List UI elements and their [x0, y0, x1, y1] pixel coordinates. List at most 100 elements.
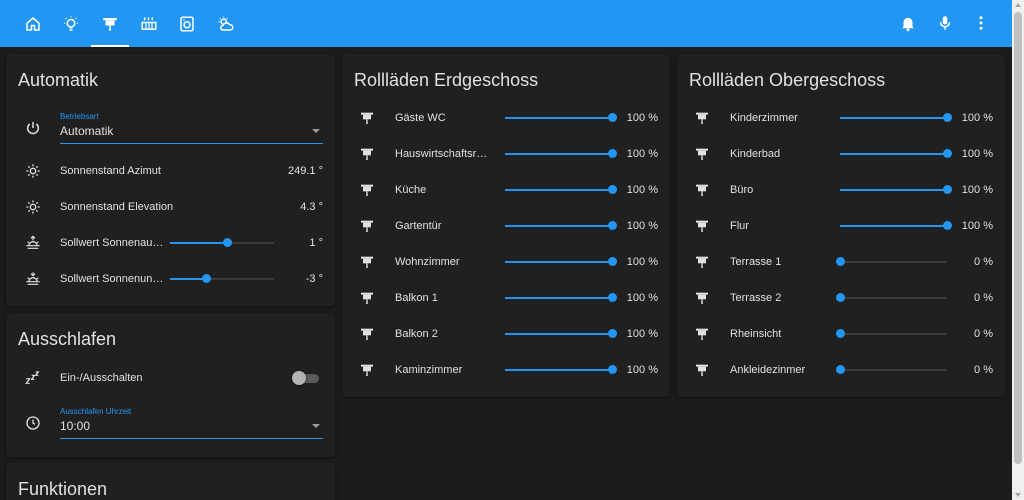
blind-name[interactable]: Küche — [395, 184, 491, 196]
blinds-icon — [358, 217, 376, 235]
sollwert-untergang-label: Sollwert Sonnenuntergang — [60, 273, 164, 285]
blind-name[interactable]: Balkon 1 — [395, 292, 491, 304]
page-scrollbar[interactable] — [1012, 0, 1024, 500]
radiator-icon — [141, 16, 157, 30]
blind-name[interactable]: Büro — [730, 184, 826, 196]
blind-position-value: 100 % — [961, 112, 993, 124]
scroll-thumb[interactable] — [1014, 12, 1022, 464]
tab-heating[interactable] — [130, 0, 168, 47]
blind-name[interactable]: Terrasse 1 — [730, 256, 826, 268]
blinds-icon — [358, 145, 376, 163]
slider-thumb[interactable] — [202, 274, 212, 283]
blinds-icon — [693, 217, 711, 235]
blind-position-value: 0 % — [974, 256, 993, 268]
obergeschoss-title: Rollläden Obergeschoss — [689, 70, 886, 90]
funktionen-card: Funktionen — [6, 463, 335, 500]
blind-position-value: 100 % — [961, 220, 993, 232]
betriebsart-value: Automatik — [60, 124, 114, 138]
elevation-value: 4.3 ° — [300, 201, 323, 213]
slider-thumb[interactable] — [836, 293, 845, 302]
blinds-icon — [693, 253, 711, 271]
blinds-icon — [358, 109, 376, 127]
more-vertical-icon — [979, 16, 983, 30]
slider-thumb[interactable] — [836, 257, 845, 266]
elevation-label: Sonnenstand Elevation — [60, 201, 174, 213]
ausschlafen-time-value: 10:00 — [60, 419, 91, 433]
blinds-icon — [358, 289, 376, 307]
bell-icon — [902, 17, 914, 32]
blind-name[interactable]: Gäste WC — [395, 112, 491, 124]
blind-position-value: 100 % — [626, 364, 658, 376]
betriebsart-select[interactable]: Betriebsart Automatik — [60, 112, 323, 144]
app-header — [0, 0, 1012, 47]
toggle-knob — [292, 371, 306, 385]
blinds-icon — [358, 325, 376, 343]
azimut-label: Sonnenstand Azimut — [60, 165, 161, 177]
blind-position-value: 0 % — [974, 364, 993, 376]
blinds-icon — [693, 145, 711, 163]
sleep-icon — [24, 369, 42, 387]
sunrise-icon — [24, 234, 42, 252]
chevron-down-icon — [312, 129, 320, 133]
sunset-icon — [24, 270, 42, 288]
slider-thumb[interactable] — [223, 238, 233, 247]
sun-icon — [24, 198, 42, 216]
blind-name[interactable]: Terrasse 2 — [730, 292, 826, 304]
blinds-icon — [693, 181, 711, 199]
ausschlafen-card: Ausschlafen Ein-/Ausschalten Ausschlafen… — [6, 313, 335, 457]
notifications-button[interactable] — [897, 12, 919, 34]
blinds-icon — [693, 361, 711, 379]
slider-thumb[interactable] — [836, 365, 845, 374]
blind-name[interactable]: Ankleidezinmer — [730, 364, 826, 376]
blind-position-value: 100 % — [626, 256, 658, 268]
blind-name[interactable]: Kaminzimmer — [395, 364, 491, 376]
ausschlafen-toggle-label: Ein-/Ausschalten — [60, 372, 143, 384]
blinds-icon — [103, 17, 117, 31]
funktionen-title: Funktionen — [18, 479, 108, 499]
blinds-icon — [693, 109, 711, 127]
tab-appliances[interactable] — [168, 0, 206, 47]
azimut-value: 249.1 ° — [288, 165, 323, 177]
more-menu-button[interactable] — [970, 12, 992, 34]
betriebsart-label: Betriebsart — [60, 112, 99, 121]
blind-name[interactable]: Hauswirtschaftsraum — [395, 148, 491, 160]
sollwert-aufgang-label: Sollwert Sonnenaufgang — [60, 237, 164, 249]
voice-button[interactable] — [934, 12, 956, 34]
automatik-card: Automatik Betriebsart Automatik Sonnenst… — [6, 54, 335, 306]
tab-blinds[interactable] — [91, 0, 129, 47]
blind-position-value: 100 % — [626, 220, 658, 232]
tab-lights[interactable] — [52, 0, 90, 47]
clock-icon — [24, 414, 42, 432]
blinds-icon — [358, 253, 376, 271]
sun-icon — [24, 162, 42, 180]
blind-name[interactable]: Gartentür — [395, 220, 491, 232]
slider-thumb[interactable] — [836, 329, 845, 338]
blind-name[interactable]: Flur — [730, 220, 826, 232]
blind-name[interactable]: Kinderbad — [730, 148, 826, 160]
weather-partly-cloudy-icon — [218, 16, 234, 31]
ausschlafen-title: Ausschlafen — [18, 329, 117, 349]
ausschlafen-toggle[interactable] — [292, 371, 320, 385]
tab-weather[interactable] — [207, 0, 245, 47]
erdgeschoss-title: Rollläden Erdgeschoss — [354, 70, 539, 90]
ausschlafen-time-label: Ausschlafen Uhrzeit — [60, 407, 132, 416]
sollwert-aufgang-value: 1 ° — [309, 237, 323, 249]
scroll-down-arrow[interactable] — [1015, 493, 1021, 497]
blind-name[interactable]: Wohnzimmer — [395, 256, 491, 268]
blind-position-value: 100 % — [626, 112, 658, 124]
blind-name[interactable]: Kinderzimmer — [730, 112, 826, 124]
home-icon — [26, 16, 40, 31]
blind-position-value: 100 % — [626, 328, 658, 340]
obergeschoss-card: Rollläden Obergeschoss Kinderzimmer 100 %… — [677, 54, 1005, 397]
sollwert-untergang-value: -3 ° — [305, 273, 323, 285]
blind-name[interactable]: Balkon 2 — [395, 328, 491, 340]
blinds-icon — [693, 325, 711, 343]
lightbulb-icon — [64, 16, 78, 31]
blind-position-value: 100 % — [961, 148, 993, 160]
scroll-up-arrow[interactable] — [1015, 3, 1021, 7]
blind-position-value: 100 % — [626, 292, 658, 304]
blind-name[interactable]: Rheinsicht — [730, 328, 826, 340]
washing-machine-icon — [180, 16, 194, 31]
tab-home[interactable] — [14, 0, 52, 47]
ausschlafen-time-select[interactable]: Ausschlafen Uhrzeit 10:00 — [60, 407, 323, 439]
